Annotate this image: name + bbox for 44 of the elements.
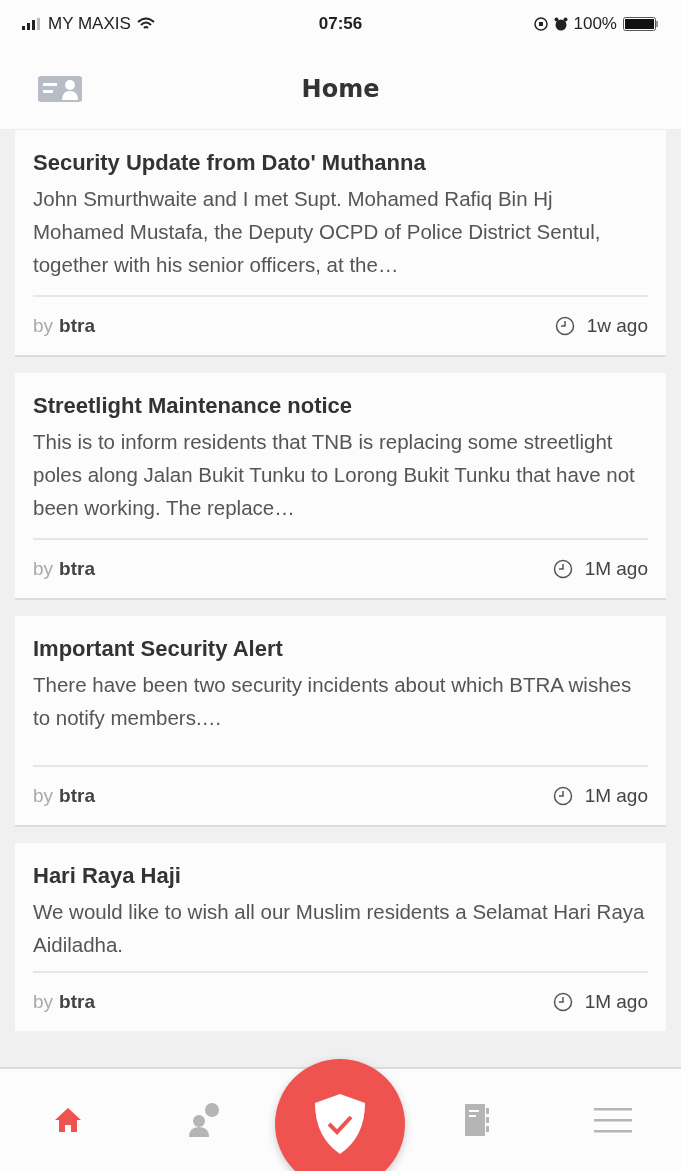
people-chat-icon: [187, 1101, 222, 1139]
post-time: 1M ago: [584, 991, 648, 1013]
carrier-name: MY MAXIS: [48, 14, 131, 34]
post-card[interactable]: [15, 373, 666, 600]
wifi-icon: [136, 17, 155, 31]
post-excerpt: John Smurthwaite and I met Supt. Mohamed Rafiq Bin Hj Mohamed Mustafa, the Deputy OCPD of Police District Sentul, together with his senior officers, at the…: [33, 182, 648, 297]
by-label: by: [33, 558, 54, 580]
by-label: by: [33, 785, 54, 807]
post-card[interactable]: [15, 130, 666, 357]
post-title: Important Security Alert: [33, 636, 284, 662]
post-time: 1M ago: [584, 785, 648, 807]
profile-card-icon[interactable]: [38, 76, 82, 102]
clock-icon: [552, 786, 573, 806]
post-excerpt: There have been two security incidents about which BTRA wishes to notify members.…: [33, 668, 648, 767]
post-time: 1M ago: [584, 558, 648, 580]
clock-time: 07:56: [317, 14, 364, 34]
post-author: btra: [59, 315, 95, 337]
post-card[interactable]: Hari Raya Haji We would like to wish all our Muslim residents a Selamat Hari Raya Aidiladha. by btra 1M ago: [15, 843, 666, 1031]
post-time: 1w ago: [586, 315, 648, 337]
post-title: Streetlight Maintenance notice: [33, 393, 354, 419]
by-label: by: [33, 315, 54, 337]
shield-check-icon: [313, 1093, 368, 1155]
post-title: Security Update from Dato' Muthanna: [33, 150, 427, 176]
post-author: btra: [59, 991, 95, 1013]
post-excerpt: We would like to wish all our Muslim residents a Selamat Hari Raya Aidiladha.: [33, 895, 648, 973]
post-author: btra: [59, 558, 95, 580]
page-title: Home: [301, 74, 380, 103]
clock-icon: [552, 992, 573, 1012]
post-excerpt: This is to inform residents that TNB is replacing some streetlight poles along Jalan Bukit Tunku to Lorong Bukit Tunku that have not been working. The replace…: [33, 425, 648, 540]
by-label: by: [33, 991, 54, 1013]
post-title: Hari Raya Haji: [33, 863, 182, 889]
notebook-icon: [462, 1103, 491, 1137]
shield-button[interactable]: [275, 1059, 406, 1171]
post-card[interactable]: Important Security Alert There have been two security incidents about which BTRA wishes to notify members.… by btra 1M ago: [15, 616, 666, 827]
alarm-icon: [553, 17, 568, 31]
post-author: btra: [59, 785, 95, 807]
battery-percent: 100%: [573, 14, 617, 34]
home-icon: [54, 1107, 83, 1133]
menu-icon: [593, 1107, 632, 1133]
battery-icon: [623, 17, 659, 31]
clock-icon: [554, 316, 575, 336]
clock-icon: [552, 559, 573, 579]
signal-icon: [22, 18, 42, 30]
rotation-lock-icon: [533, 17, 548, 31]
